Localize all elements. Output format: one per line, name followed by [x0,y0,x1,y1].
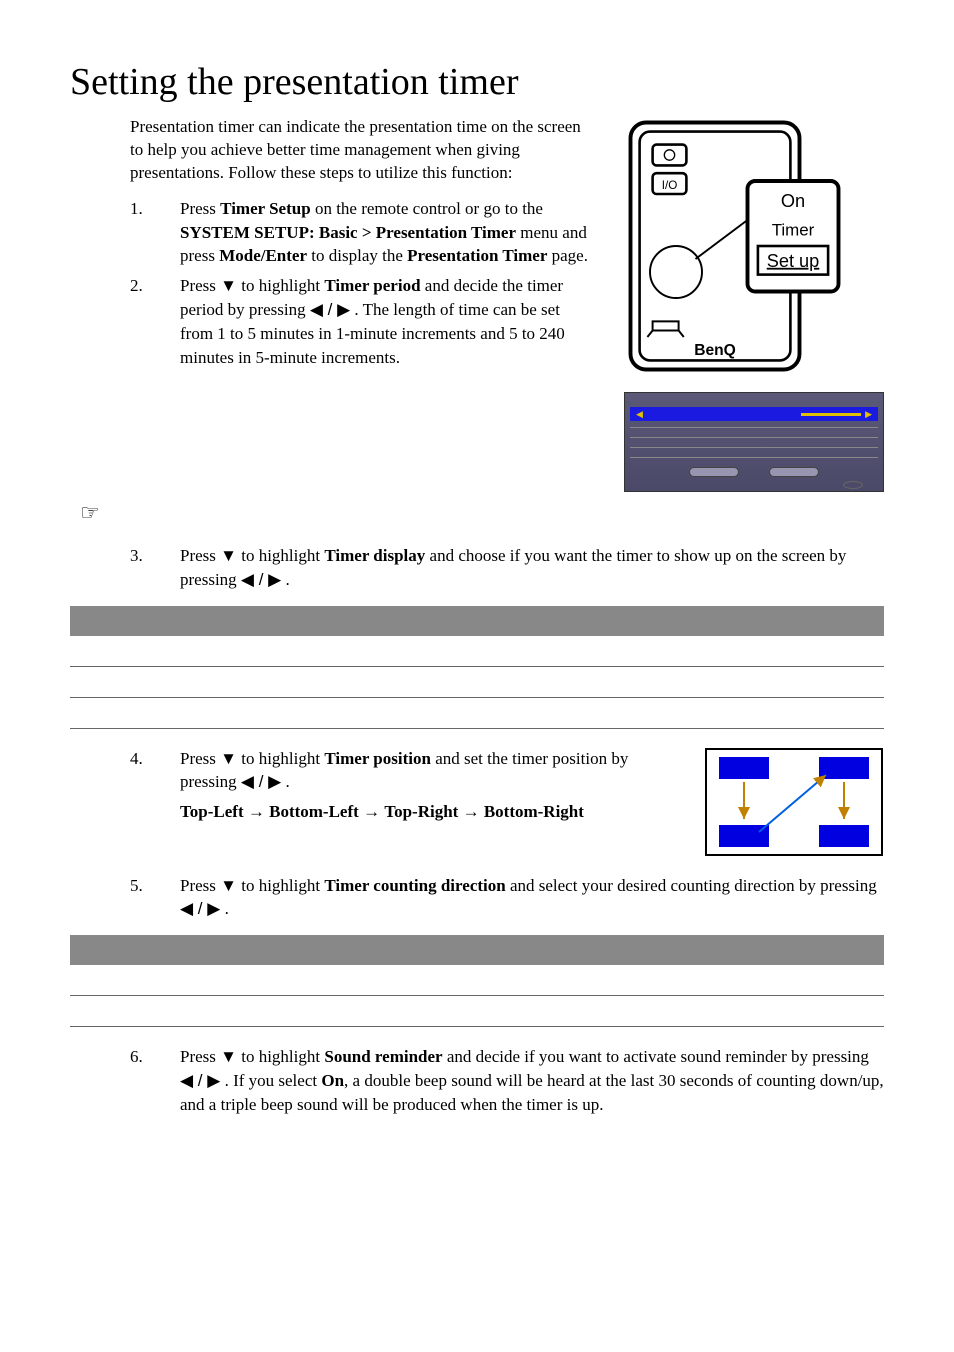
menu-screenshot: ◀ ▶ [624,392,884,492]
table1-r2c2: Displays the timer on screen in the last… [230,666,884,697]
svg-text:Set up: Set up [767,251,820,271]
table1-header-2: Description [230,606,884,636]
svg-text:On: On [781,191,805,211]
step-4-text: Press ▼ to highlight Timer position and … [180,747,674,824]
left-right-arrow-icon: ◀ / ▶ [180,899,220,918]
table2-header-1: Selection [70,935,230,965]
left-right-arrow-icon: ◀ / ▶ [310,300,350,319]
step-3-text: Press ▼ to highlight Timer display and c… [180,544,884,592]
table2-r1c2: Increases from 0 to the preset time. [230,965,884,996]
right-arrow-icon: → [248,802,265,821]
table1-r2c1: 1 min/2 min/3 min [70,666,230,697]
step-number-2: 2. [130,274,180,369]
table1-header-1: Selection [70,606,230,636]
table2-r1c1: Count up [70,965,230,996]
step-number-4: 4. [130,747,180,824]
left-right-arrow-icon: ◀ / ▶ [241,570,281,589]
timer-display-table: Selection Description Always Displays th… [70,606,884,729]
down-arrow-icon: ▼ [220,1047,237,1066]
left-right-arrow-icon: ◀ / ▶ [241,772,281,791]
step-1-text: Press Timer Setup on the remote control … [180,197,594,268]
table1-r1c2: Displays the timer on screen throughout … [230,636,884,667]
table1-r3c1: Never [70,697,230,728]
svg-text:Timer: Timer [772,221,815,240]
step-5-text: Press ▼ to highlight Timer counting dire… [180,874,884,922]
page-title: Setting the presentation timer [70,60,884,104]
left-right-arrow-icon: ◀ / ▶ [180,1071,220,1090]
step-number-6: 6. [130,1045,180,1116]
counting-direction-table: Selection Description Count up Increases… [70,935,884,1027]
table1-r1c1: Always [70,636,230,667]
svg-text:BenQ: BenQ [694,342,736,359]
table2-r2c1: Count down [70,996,230,1027]
table2-r2c2: Decreases from the preset time to 0. [230,996,884,1027]
step-2-text: Press ▼ to highlight Timer period and de… [180,274,594,369]
svg-text:I/O: I/O [662,179,678,192]
note-icon: ☞ [80,500,884,526]
table2-header-2: Description [230,935,884,965]
table1-r3c2: Hides the timer throughout the presentat… [230,697,884,728]
down-arrow-icon: ▼ [220,876,237,895]
step-number-1: 1. [130,197,180,268]
step-6-text: Press ▼ to highlight Sound reminder and … [180,1045,884,1116]
right-arrow-icon: → [463,802,480,821]
remote-control-illustration: I/O BenQ On Timer Set up [624,116,884,376]
down-arrow-icon: ▼ [220,749,237,768]
intro-paragraph: Presentation timer can indicate the pres… [130,116,594,185]
step-number-3: 3. [130,544,180,592]
timer-position-diagram [704,747,884,862]
step-number-5: 5. [130,874,180,922]
down-arrow-icon: ▼ [220,546,237,565]
right-arrow-icon: → [363,802,380,821]
down-arrow-icon: ▼ [220,276,237,295]
